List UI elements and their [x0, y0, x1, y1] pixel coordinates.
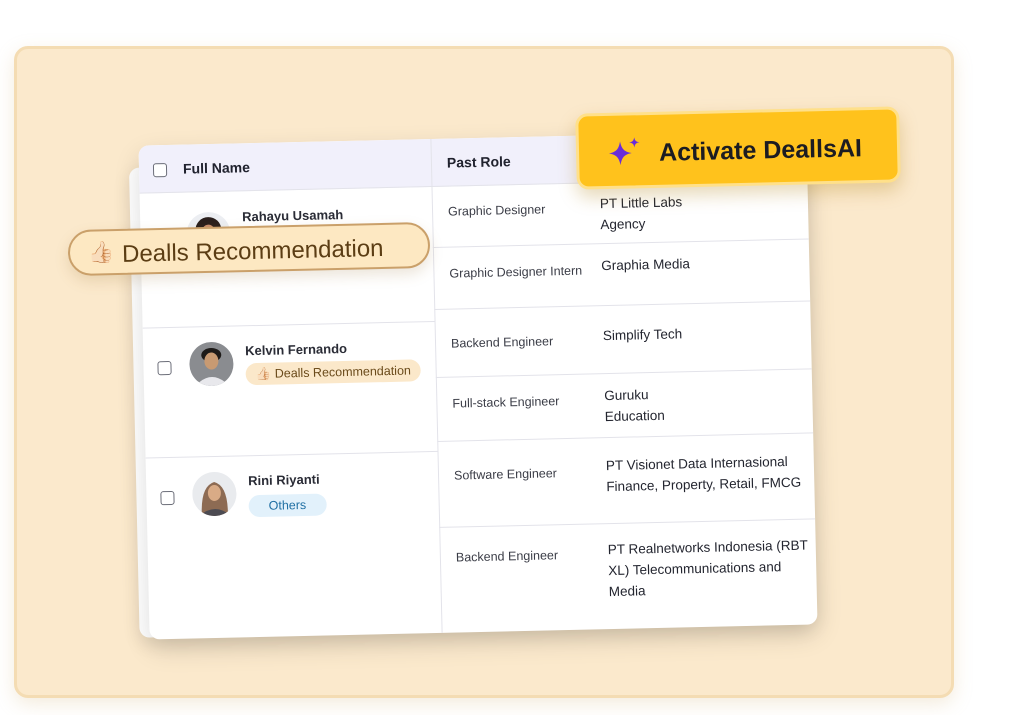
row-divider: [145, 450, 438, 459]
candidate-table-card: Full Name Past Role Rahayu Usamah Graphi…: [128, 130, 818, 640]
company-name: Guruku Education: [604, 387, 665, 425]
column-divider: [430, 138, 443, 633]
avatar: [188, 341, 234, 387]
role-title: Backend Engineer: [455, 548, 559, 565]
role-title: Backend Engineer: [450, 334, 554, 351]
header-full-name: Full Name: [182, 159, 251, 177]
recommendation-tag: 👍🏻 Dealls Recommendation: [245, 359, 422, 386]
candidate-name: Rini Riyanti: [247, 471, 320, 489]
activate-label: Activate DeallsAI: [658, 134, 863, 167]
row-checkbox[interactable]: [157, 360, 172, 376]
company-name: PT Little Labs Agency: [599, 194, 683, 233]
thumbs-up-icon: 👍🏻: [255, 366, 272, 382]
row-checkbox[interactable]: [160, 490, 175, 506]
avatar: [191, 471, 237, 517]
role-divider: [439, 518, 816, 528]
thumbs-up-icon: 👍🏻: [87, 241, 115, 265]
select-all-checkbox[interactable]: [152, 163, 168, 178]
row-divider: [142, 320, 435, 329]
role-title: Full-stack Engineer: [452, 394, 560, 411]
dealls-recommendation-badge: 👍🏻 Dealls Recommendation: [67, 221, 431, 277]
role-title: Software Engineer: [453, 466, 558, 483]
sparkle-icon: [608, 137, 640, 166]
candidate-name: Kelvin Fernando: [244, 340, 348, 359]
company-name: PT Visionet Data Internasional Finance, …: [605, 453, 802, 495]
role-divider: [437, 432, 814, 442]
recommendation-label: Dealls Recommendation: [121, 234, 384, 268]
activate-dealls-ai-button[interactable]: Activate DeallsAI: [575, 106, 901, 190]
candidate-table: Full Name Past Role Rahayu Usamah Graphi…: [138, 130, 818, 640]
role-title: Graphic Designer: [447, 202, 546, 219]
role-divider: [434, 300, 811, 310]
role-title: Graphic Designer Intern: [449, 263, 583, 281]
role-divider: [432, 238, 809, 248]
role-divider: [435, 368, 812, 378]
candidate-name: Rahayu Usamah: [241, 207, 344, 225]
tag-label: Dealls Recommendation: [274, 363, 412, 381]
header-past-role: Past Role: [446, 153, 511, 171]
company-name: Simplify Tech: [602, 326, 683, 344]
company-name: PT Realnetworks Indonesia (RBT XL) Telec…: [607, 537, 808, 600]
others-tag: Others: [248, 493, 327, 518]
company-name: Graphia Media: [601, 256, 691, 274]
